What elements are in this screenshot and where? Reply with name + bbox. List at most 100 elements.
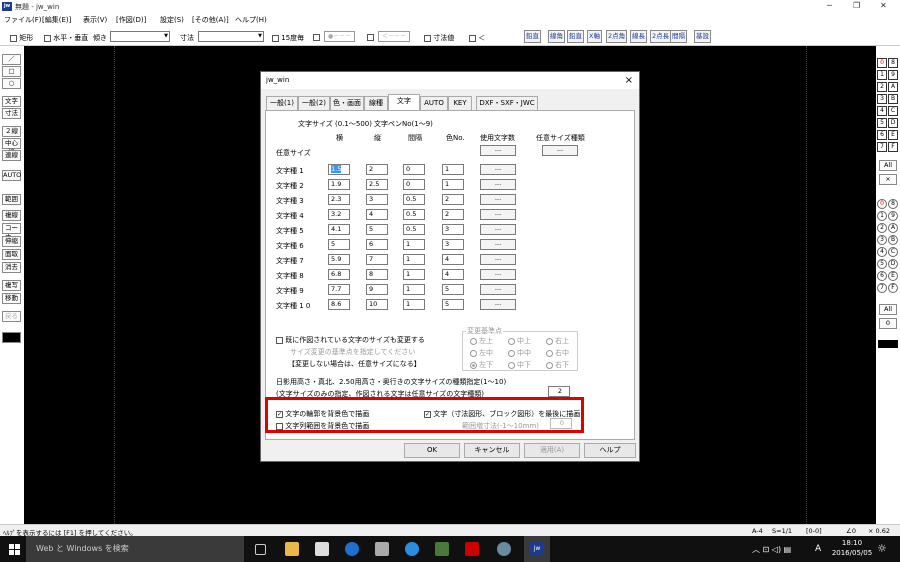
status-paper[interactable]: A-4 bbox=[752, 527, 763, 535]
dots2-checkbox[interactable] bbox=[367, 33, 374, 41]
hv-checkbox[interactable]: 水平・垂直 bbox=[44, 33, 88, 43]
row6-color-input[interactable]: 3 bbox=[442, 239, 464, 250]
tb-btn-7[interactable]: 2点長 bbox=[650, 30, 672, 43]
ok-button[interactable]: OK bbox=[404, 443, 460, 458]
menu-edit[interactable]: [編集(E)] bbox=[42, 15, 71, 25]
row6-gap-input[interactable]: 1 bbox=[403, 239, 425, 250]
tool-undo[interactable]: 戻る bbox=[2, 311, 21, 322]
apply-button[interactable]: 適用(A) bbox=[524, 443, 580, 458]
tool-text[interactable]: 文字 bbox=[2, 96, 21, 107]
dots1-checkbox[interactable] bbox=[313, 33, 320, 41]
layer-a[interactable]: A bbox=[888, 223, 898, 233]
row6-height-input[interactable]: 6 bbox=[366, 239, 388, 250]
clock-time[interactable]: 18:10 bbox=[834, 539, 870, 547]
tool-pen-line[interactable]: ━ bbox=[2, 332, 21, 343]
layer-group-8[interactable]: 8 bbox=[888, 58, 898, 68]
tab-general1[interactable]: 一般(1) bbox=[266, 96, 298, 110]
windows-start-icon[interactable] bbox=[9, 544, 20, 555]
base-radio-tc[interactable]: 中上 bbox=[508, 336, 531, 346]
taskbar-search[interactable]: Web と Windows を検索 bbox=[26, 536, 244, 562]
layer-6[interactable]: 6 bbox=[877, 271, 887, 281]
base-radio-ml[interactable]: 左中 bbox=[470, 348, 493, 358]
tilt-combo[interactable]: ▼ bbox=[110, 31, 170, 42]
tb-btn-4[interactable]: X軸 bbox=[587, 30, 602, 43]
row8-gap-input[interactable]: 1 bbox=[403, 269, 425, 280]
layer-group-3[interactable]: 3 bbox=[877, 94, 887, 104]
layer-0[interactable]: 0 bbox=[877, 199, 887, 209]
row1-gap-input[interactable]: 0 bbox=[403, 164, 425, 175]
menu-settings[interactable]: 設定(S) bbox=[160, 15, 184, 25]
layer-7[interactable]: 7 bbox=[877, 283, 887, 293]
app2-icon[interactable] bbox=[497, 542, 511, 556]
menu-draw[interactable]: [作図(D)] bbox=[116, 15, 146, 25]
rect-checkbox[interactable]: 矩形 bbox=[10, 33, 33, 43]
row1-color-input[interactable]: 1 bbox=[442, 164, 464, 175]
layer-group-all-button[interactable]: All bbox=[879, 160, 897, 171]
cross-icon[interactable]: × bbox=[879, 174, 897, 185]
row7-gap-input[interactable]: 1 bbox=[403, 254, 425, 265]
layer-group-1[interactable]: 1 bbox=[877, 70, 887, 80]
deg15-checkbox[interactable]: 15度毎 bbox=[272, 33, 304, 43]
notification-icon[interactable]: ☼ bbox=[877, 542, 887, 555]
shadow-size-input[interactable]: 2 bbox=[548, 386, 570, 397]
layer-group-d[interactable]: D bbox=[888, 118, 898, 128]
task-view-icon[interactable] bbox=[255, 544, 266, 555]
tool-line[interactable]: ／ bbox=[2, 54, 21, 65]
layer-4[interactable]: 4 bbox=[877, 247, 887, 257]
tab-general2[interactable]: 一般(2) bbox=[298, 96, 330, 110]
row9-height-input[interactable]: 9 bbox=[366, 284, 388, 295]
media-icon[interactable] bbox=[375, 542, 389, 556]
tb-btn-2[interactable]: 線角 bbox=[548, 30, 565, 43]
tb-btn-6[interactable]: 線長 bbox=[630, 30, 647, 43]
row2-width-input[interactable]: 1.9 bbox=[328, 179, 350, 190]
layer-group-e[interactable]: E bbox=[888, 130, 898, 140]
tool-corner[interactable]: コーナー bbox=[2, 223, 21, 241]
layer-group-0[interactable]: 0 bbox=[877, 58, 887, 68]
row8-height-input[interactable]: 8 bbox=[366, 269, 388, 280]
layer-c[interactable]: C bbox=[888, 247, 898, 257]
tool-auto[interactable]: AUTO bbox=[2, 170, 21, 181]
tb-btn-3[interactable]: 鉛直 bbox=[567, 30, 584, 43]
row3-gap-input[interactable]: 0.5 bbox=[403, 194, 425, 205]
menu-other[interactable]: [その他(A)] bbox=[192, 15, 229, 25]
row2-gap-input[interactable]: 0 bbox=[403, 179, 425, 190]
explorer-icon[interactable] bbox=[285, 542, 299, 556]
tool-move[interactable]: 移動 bbox=[2, 293, 21, 304]
row3-color-input[interactable]: 2 bbox=[442, 194, 464, 205]
change-existing-checkbox[interactable]: 既に作図されている文字のサイズも変更する bbox=[276, 335, 425, 345]
base-radio-mc[interactable]: 中中 bbox=[508, 348, 531, 358]
tb-btn-1[interactable]: 鉛直 bbox=[524, 30, 541, 43]
layer-d[interactable]: D bbox=[888, 259, 898, 269]
layer-group-f[interactable]: F bbox=[888, 142, 898, 152]
help-button[interactable]: ヘルプ bbox=[584, 443, 636, 458]
edge-icon[interactable] bbox=[345, 542, 359, 556]
layer-8[interactable]: 8 bbox=[888, 199, 898, 209]
base-radio-bl[interactable]: 左下 bbox=[470, 360, 493, 370]
row4-width-input[interactable]: 3.2 bbox=[328, 209, 350, 220]
menu-file[interactable]: ファイル(F) bbox=[4, 15, 42, 25]
row5-height-input[interactable]: 5 bbox=[366, 224, 388, 235]
lt-checkbox[interactable]: ＜ bbox=[469, 33, 485, 43]
layer-group-a[interactable]: A bbox=[888, 82, 898, 92]
tab-text[interactable]: 文字 bbox=[388, 94, 420, 111]
layer-1[interactable]: 1 bbox=[877, 211, 887, 221]
tool-duplicate[interactable]: 複写 bbox=[2, 280, 21, 291]
row4-color-input[interactable]: 2 bbox=[442, 209, 464, 220]
row5-width-input[interactable]: 4.1 bbox=[328, 224, 350, 235]
base-radio-bc[interactable]: 中下 bbox=[508, 360, 531, 370]
status-layer[interactable]: [0-0] bbox=[806, 527, 822, 535]
layer-b[interactable]: B bbox=[888, 235, 898, 245]
base-radio-tr[interactable]: 右上 bbox=[546, 336, 569, 346]
row6-width-input[interactable]: 5 bbox=[328, 239, 350, 250]
tool-dim[interactable]: 寸法 bbox=[2, 108, 21, 119]
status-zoom[interactable]: × 0.62 bbox=[868, 527, 890, 535]
menu-help[interactable]: ヘルプ(H) bbox=[235, 15, 267, 25]
row3-height-input[interactable]: 3 bbox=[366, 194, 388, 205]
tab-color[interactable]: 色・画面 bbox=[330, 96, 364, 110]
tab-linetype[interactable]: 線種 bbox=[364, 96, 388, 110]
layer-zero-button[interactable]: 0 bbox=[879, 318, 897, 329]
tool-center-line[interactable]: 中心線 bbox=[2, 138, 21, 156]
base-radio-tl[interactable]: 左上 bbox=[470, 336, 493, 346]
tray-icons[interactable]: ︿ ⊡ ◁) ▤ bbox=[752, 544, 791, 555]
row10-color-input[interactable]: 5 bbox=[442, 299, 464, 310]
